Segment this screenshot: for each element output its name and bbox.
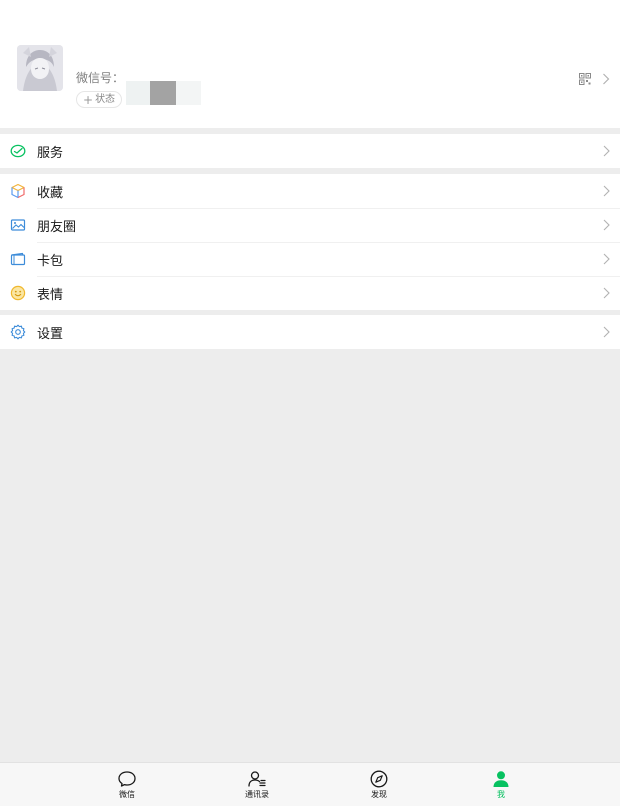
menu-item-label: 设置 bbox=[37, 326, 64, 342]
menu-item-favorites[interactable]: 收藏 bbox=[0, 174, 620, 208]
chevron-right-icon bbox=[603, 287, 610, 299]
menu-item-settings[interactable]: 设置 bbox=[0, 315, 620, 349]
chevron-right-icon bbox=[603, 73, 610, 85]
wechat-id-label: 微信号： bbox=[76, 71, 125, 85]
menu-item-label: 收藏 bbox=[37, 185, 64, 201]
menu-item-cards[interactable]: 卡包 bbox=[0, 242, 620, 276]
menu-item-stickers[interactable]: 表情 bbox=[0, 276, 620, 310]
settings-icon bbox=[10, 324, 26, 340]
tab-label: 通讯录 bbox=[245, 790, 269, 799]
avatar[interactable] bbox=[17, 45, 63, 91]
favorites-icon bbox=[11, 183, 25, 199]
chevron-right-icon bbox=[603, 219, 610, 231]
menu-item-label: 表情 bbox=[37, 287, 64, 303]
features-group: 收藏 朋友圈 卡包 表情 bbox=[0, 174, 620, 310]
bottom-tab-bar: 微信 通讯录 发现 我 bbox=[0, 762, 620, 806]
settings-group: 设置 bbox=[0, 315, 620, 349]
card-wallet-icon bbox=[10, 252, 26, 266]
status-label: 状态 bbox=[95, 94, 116, 105]
contacts-icon bbox=[248, 771, 266, 787]
compass-icon bbox=[370, 770, 388, 788]
avatar-image bbox=[17, 45, 63, 91]
chevron-right-icon bbox=[603, 326, 610, 338]
tab-discover[interactable]: 发现 bbox=[349, 769, 409, 805]
sticker-icon bbox=[10, 285, 26, 301]
chevron-right-icon bbox=[603, 253, 610, 265]
tab-label: 发现 bbox=[371, 790, 387, 799]
wechat-id-redaction bbox=[126, 81, 150, 105]
tab-contacts[interactable]: 通讯录 bbox=[227, 769, 287, 805]
wechat-id-redaction bbox=[176, 81, 201, 105]
menu-item-label: 朋友圈 bbox=[37, 219, 77, 235]
add-status-button[interactable]: + 状态 bbox=[76, 91, 123, 108]
menu-item-moments[interactable]: 朋友圈 bbox=[0, 208, 620, 242]
profile-header[interactable]: 微信号： + 状态 bbox=[0, 0, 620, 128]
person-icon bbox=[493, 771, 509, 787]
tab-me[interactable]: 我 bbox=[471, 769, 531, 805]
wechat-me-page: 微信号： + 状态 服务 收藏 朋友圈 卡包 表情 设置 微信 通讯录 发现 我 bbox=[0, 0, 620, 806]
tab-label: 微信 bbox=[119, 790, 135, 799]
menu-item-label: 服务 bbox=[37, 145, 64, 161]
tab-chats[interactable]: 微信 bbox=[97, 769, 157, 805]
services-icon bbox=[10, 144, 26, 158]
menu-item-services[interactable]: 服务 bbox=[0, 134, 620, 168]
chat-bubble-icon bbox=[118, 771, 136, 787]
menu-item-label: 卡包 bbox=[37, 253, 64, 269]
qr-code-icon[interactable] bbox=[579, 73, 591, 85]
plus-icon: + bbox=[83, 92, 94, 107]
wechat-id-redaction bbox=[150, 81, 176, 105]
chevron-right-icon bbox=[603, 185, 610, 197]
moments-icon bbox=[10, 219, 26, 231]
chevron-right-icon bbox=[603, 145, 610, 157]
services-group: 服务 bbox=[0, 134, 620, 168]
tab-label: 我 bbox=[497, 790, 505, 799]
